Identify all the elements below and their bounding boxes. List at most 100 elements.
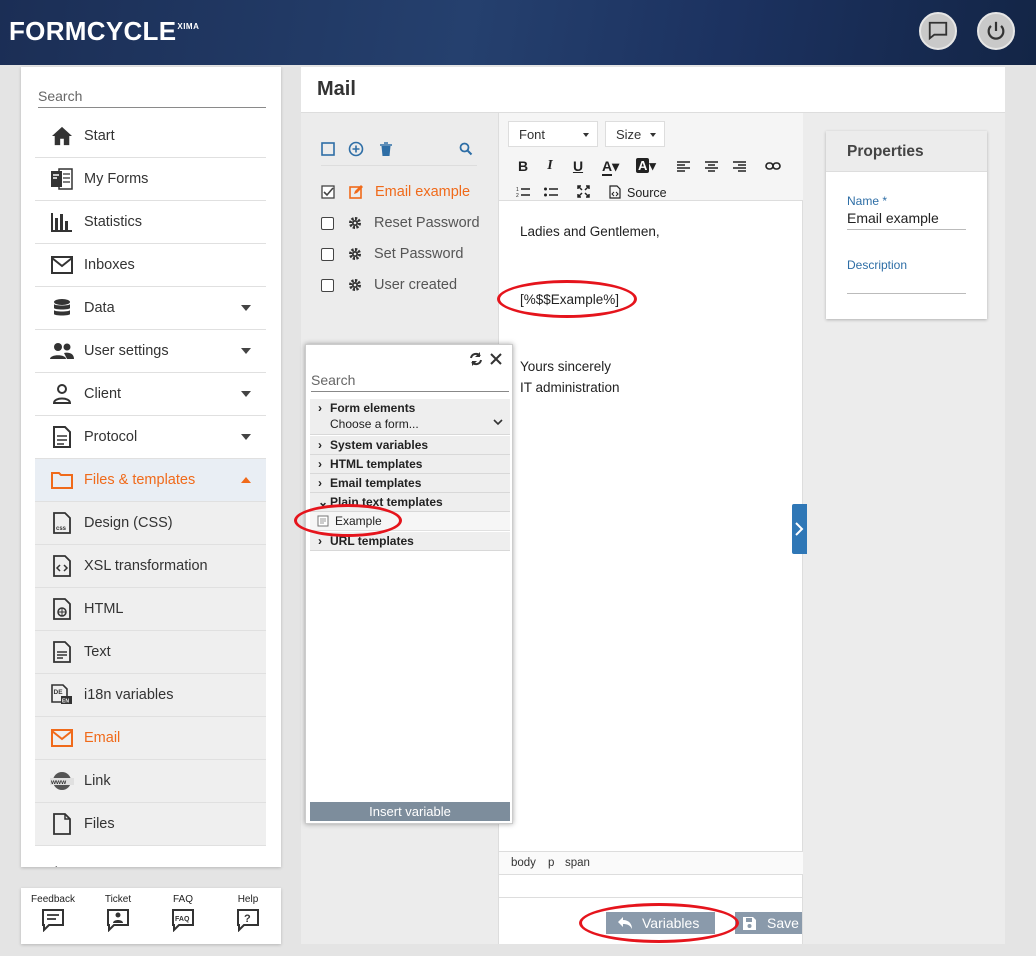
chevron-right-icon: [795, 522, 804, 536]
chevron-right-icon: ›: [318, 401, 322, 415]
tree-form-elements[interactable]: › Form elements Choose a form...: [310, 399, 510, 435]
tree-label: HTML templates: [330, 457, 423, 471]
home-icon: [50, 124, 74, 148]
chevron-right-icon: ›: [318, 438, 322, 452]
checkbox[interactable]: [321, 216, 334, 230]
tree-system-variables[interactable]: › System variables: [310, 436, 510, 455]
align-left-icon[interactable]: [677, 161, 690, 172]
search-icon[interactable]: [459, 142, 473, 156]
bullet-list-icon[interactable]: [544, 186, 558, 198]
text-color-button[interactable]: A▾: [602, 158, 619, 176]
list-item-email-example[interactable]: Email example: [321, 181, 486, 203]
highlight-variables-button: [579, 903, 739, 943]
help-button[interactable]: Help ?: [223, 894, 273, 932]
nav-sub-link[interactable]: www Link: [35, 760, 266, 803]
path-p[interactable]: p: [548, 857, 554, 869]
size-select[interactable]: Size: [605, 121, 665, 147]
save-button[interactable]: Save: [735, 912, 802, 934]
faq-label: FAQ: [172, 894, 193, 905]
source-icon[interactable]: [609, 185, 621, 199]
path-body[interactable]: body: [511, 857, 536, 869]
feedback-button[interactable]: Feedback: [28, 894, 78, 932]
select-all-checkbox-icon[interactable]: [321, 142, 335, 156]
expand-panel-tab[interactable]: [792, 504, 807, 554]
nav-sub-xsl[interactable]: XSL transformation: [35, 545, 266, 588]
checkbox[interactable]: [321, 278, 334, 292]
svg-text:FAQ: FAQ: [175, 916, 190, 923]
editor-line-closing[interactable]: Yours sincerely: [520, 359, 611, 374]
tree-email-templates[interactable]: › Email templates: [310, 474, 510, 493]
insert-variable-button[interactable]: Insert variable: [310, 802, 510, 821]
align-center-icon[interactable]: [705, 161, 718, 172]
nav-label: Protocol: [84, 429, 138, 445]
nav-item-my-forms[interactable]: My Forms: [35, 158, 266, 201]
svg-text:DE: DE: [54, 689, 64, 696]
nav-item-user-settings[interactable]: User settings: [35, 330, 266, 373]
numbered-list-icon[interactable]: 12: [516, 186, 530, 198]
nav-label: XSL transformation: [84, 558, 208, 574]
italic-button[interactable]: I: [541, 158, 559, 174]
css-file-icon: css: [50, 511, 74, 535]
trash-icon[interactable]: [379, 142, 393, 157]
nav-sub-html[interactable]: HTML: [35, 588, 266, 631]
element-path-bar: body p span: [499, 851, 803, 875]
add-circle-icon[interactable]: [348, 141, 364, 157]
nav-item-statistics[interactable]: Statistics: [35, 201, 266, 244]
underline-button[interactable]: U: [569, 158, 587, 174]
logout-button[interactable]: [977, 12, 1015, 50]
properties-header: Properties: [826, 131, 987, 172]
nav-sub-files[interactable]: Files: [35, 803, 266, 846]
source-button-label[interactable]: Source: [627, 186, 667, 200]
nav-sub-i18n[interactable]: DE EN i18n variables: [35, 674, 266, 717]
editor-line-signature[interactable]: IT administration: [520, 380, 620, 395]
rich-text-editor: Font Size B I U A▾ A ▾ 12 Source Ladies a…: [498, 113, 803, 944]
nav-sub-design-css[interactable]: css Design (CSS): [35, 502, 266, 545]
feedback-label: Feedback: [31, 894, 75, 905]
gear-icon: [349, 217, 361, 229]
popup-search-input[interactable]: Search: [311, 372, 509, 392]
link-icon[interactable]: [765, 161, 781, 171]
list-item-set-password[interactable]: Set Password: [321, 243, 486, 265]
power-icon: [987, 21, 1005, 40]
tree-html-templates[interactable]: › HTML templates: [310, 455, 510, 474]
refresh-icon[interactable]: [469, 352, 483, 366]
bold-button[interactable]: B: [514, 158, 532, 174]
nav-item-start[interactable]: Start: [35, 115, 266, 158]
nav-sub-text[interactable]: Text: [35, 631, 266, 674]
checkbox-checked-icon[interactable]: [321, 185, 335, 199]
font-select[interactable]: Font: [508, 121, 598, 147]
highlight-example-item: [294, 504, 402, 537]
chat-button[interactable]: [919, 12, 957, 50]
sidebar-search-input[interactable]: Search: [38, 88, 266, 108]
name-field[interactable]: Email example: [847, 210, 966, 230]
nav-item-client[interactable]: Client: [35, 373, 266, 416]
nav-item-data[interactable]: Data: [35, 287, 266, 330]
nav-sub-email[interactable]: Email: [35, 717, 266, 760]
editor-line-greeting[interactable]: Ladies and Gentlemen,: [520, 224, 660, 239]
list-item-user-created[interactable]: User created: [321, 274, 486, 296]
description-field[interactable]: [847, 274, 966, 294]
background-color-button[interactable]: A ▾: [636, 158, 656, 174]
nav-label: Files: [84, 816, 115, 832]
variables-popup: Search › Form elements Choose a form... …: [305, 344, 513, 824]
list-item-reset-password[interactable]: Reset Password: [321, 212, 486, 234]
list-item-label: Email example: [375, 184, 471, 200]
chevron-up-icon: [241, 477, 251, 483]
faq-button[interactable]: FAQ FAQ: [158, 894, 208, 932]
list-toolbar: [321, 141, 477, 166]
faq-icon: FAQ: [172, 909, 194, 932]
nav-item-protocol[interactable]: Protocol: [35, 416, 266, 459]
properties-title: Properties: [847, 143, 924, 160]
path-span[interactable]: span: [565, 857, 590, 869]
checkbox[interactable]: [321, 247, 334, 261]
close-icon[interactable]: [490, 353, 502, 365]
choose-form-select[interactable]: Choose a form...: [330, 415, 510, 433]
nav-label: User settings: [84, 343, 169, 359]
nav-item-files-templates[interactable]: Files & templates: [35, 459, 266, 502]
maximize-icon[interactable]: [577, 185, 590, 198]
i18n-icon: DE EN: [50, 683, 74, 707]
nav-item-inboxes[interactable]: Inboxes: [35, 244, 266, 287]
ticket-button[interactable]: Ticket: [93, 894, 143, 932]
align-right-icon[interactable]: [733, 161, 746, 172]
ticket-label: Ticket: [104, 894, 132, 905]
